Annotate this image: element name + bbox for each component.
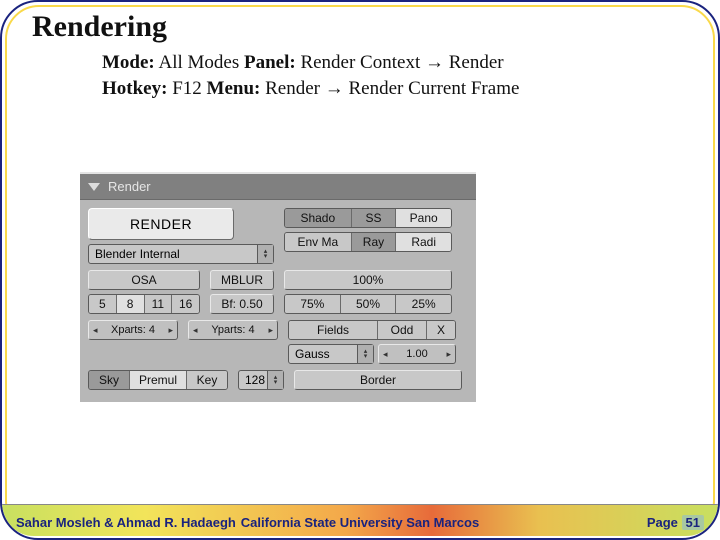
osa-btn[interactable]: OSA: [88, 270, 200, 290]
sky-seg: Sky Premul Key: [88, 370, 228, 390]
panel-label: Panel:: [244, 52, 296, 73]
gauss-val-nav[interactable]: ◂ 1.00 ▸: [378, 344, 456, 364]
panel-body: RENDER Blender Internal ▴▾ Shado SS Pano…: [80, 200, 476, 398]
opts-row2: Env Ma Ray Radi: [284, 232, 452, 252]
render-button[interactable]: RENDER: [88, 208, 234, 240]
size-75[interactable]: 75%: [285, 295, 341, 313]
footer-org: California State University San Marcos: [241, 515, 479, 530]
key-btn[interactable]: Key: [187, 371, 227, 389]
menu-label: Menu:: [207, 78, 261, 99]
page-title: Rendering: [32, 10, 167, 44]
mblur-btn[interactable]: MBLUR: [210, 270, 274, 290]
updown-icon[interactable]: ▴▾: [257, 245, 273, 263]
val128: 128: [239, 373, 267, 387]
osa-8[interactable]: 8: [117, 295, 145, 313]
render-panel: Render RENDER Blender Internal ▴▾ Shado …: [80, 172, 476, 402]
footer-page: Page 51: [647, 515, 704, 530]
footer: Sahar Mosleh & Ahmad R. Hadaegh Californ…: [2, 504, 718, 536]
size-25[interactable]: 25%: [396, 295, 451, 313]
engine-dropdown[interactable]: Blender Internal ▴▾: [88, 244, 274, 264]
updown-icon[interactable]: ▴▾: [357, 345, 373, 363]
page-number: 51: [682, 515, 704, 530]
osa-seg: 5 8 11 16: [88, 294, 200, 314]
val128-dropdown[interactable]: 128 ▴▾: [238, 370, 284, 390]
shado-btn[interactable]: Shado: [285, 209, 352, 227]
yparts-label: Yparts: 4: [211, 324, 254, 336]
hotkey-value: F12: [172, 78, 202, 99]
right-arrow-icon[interactable]: ▸: [168, 325, 173, 336]
envma-btn[interactable]: Env Ma: [285, 233, 352, 251]
left-arrow-icon[interactable]: ◂: [383, 349, 388, 360]
fields-btn[interactable]: Fields: [289, 321, 378, 339]
right-arrow-icon[interactable]: ▸: [446, 349, 451, 360]
footer-authors: Sahar Mosleh & Ahmad R. Hadaegh: [16, 515, 236, 530]
ray-btn[interactable]: Ray: [352, 233, 397, 251]
sky-btn[interactable]: Sky: [89, 371, 130, 389]
radi-btn[interactable]: Radi: [396, 233, 451, 251]
updown-icon[interactable]: ▴▾: [267, 371, 283, 389]
size-100[interactable]: 100%: [284, 270, 452, 290]
border-btn[interactable]: Border: [294, 370, 462, 390]
left-arrow-icon[interactable]: ◂: [93, 325, 98, 336]
size-50[interactable]: 50%: [341, 295, 397, 313]
mode-label: Mode:: [102, 52, 155, 73]
mblur-bf[interactable]: Bf: 0.50: [210, 294, 274, 314]
yparts-nav[interactable]: ◂ Yparts: 4 ▸: [188, 320, 278, 340]
gauss-label: Gauss: [289, 347, 357, 361]
disclosure-triangle-icon[interactable]: [88, 183, 100, 191]
x-btn[interactable]: X: [427, 321, 455, 339]
engine-value: Blender Internal: [89, 247, 257, 261]
hotkey-label: Hotkey:: [102, 78, 167, 99]
size-seg: 75% 50% 25%: [284, 294, 452, 314]
odd-btn[interactable]: Odd: [378, 321, 427, 339]
xparts-label: Xparts: 4: [111, 324, 155, 336]
meta-block: Mode: All Modes Panel: Render Context → …: [102, 50, 519, 101]
slide: Rendering Mode: All Modes Panel: Render …: [0, 0, 720, 540]
page-label: Page: [647, 515, 678, 530]
opts-row1: Shado SS Pano: [284, 208, 452, 228]
premul-btn[interactable]: Premul: [130, 371, 187, 389]
fields-seg: Fields Odd X: [288, 320, 456, 340]
xparts-nav[interactable]: ◂ Xparts: 4 ▸: [88, 320, 178, 340]
pano-btn[interactable]: Pano: [396, 209, 451, 227]
left-arrow-icon[interactable]: ◂: [193, 325, 198, 336]
panel-header[interactable]: Render: [80, 174, 476, 200]
gauss-dropdown[interactable]: Gauss ▴▾: [288, 344, 374, 364]
menu-value: Render → Render Current Frame: [265, 78, 519, 99]
right-arrow-icon[interactable]: ▸: [268, 325, 273, 336]
ss-btn[interactable]: SS: [352, 209, 397, 227]
osa-11[interactable]: 11: [145, 295, 173, 313]
osa-5[interactable]: 5: [89, 295, 117, 313]
gauss-value: 1.00: [406, 348, 427, 360]
osa-16[interactable]: 16: [172, 295, 199, 313]
mode-value: All Modes: [158, 52, 239, 73]
panel-value: Render Context → Render: [300, 52, 503, 73]
panel-header-label: Render: [108, 179, 151, 194]
